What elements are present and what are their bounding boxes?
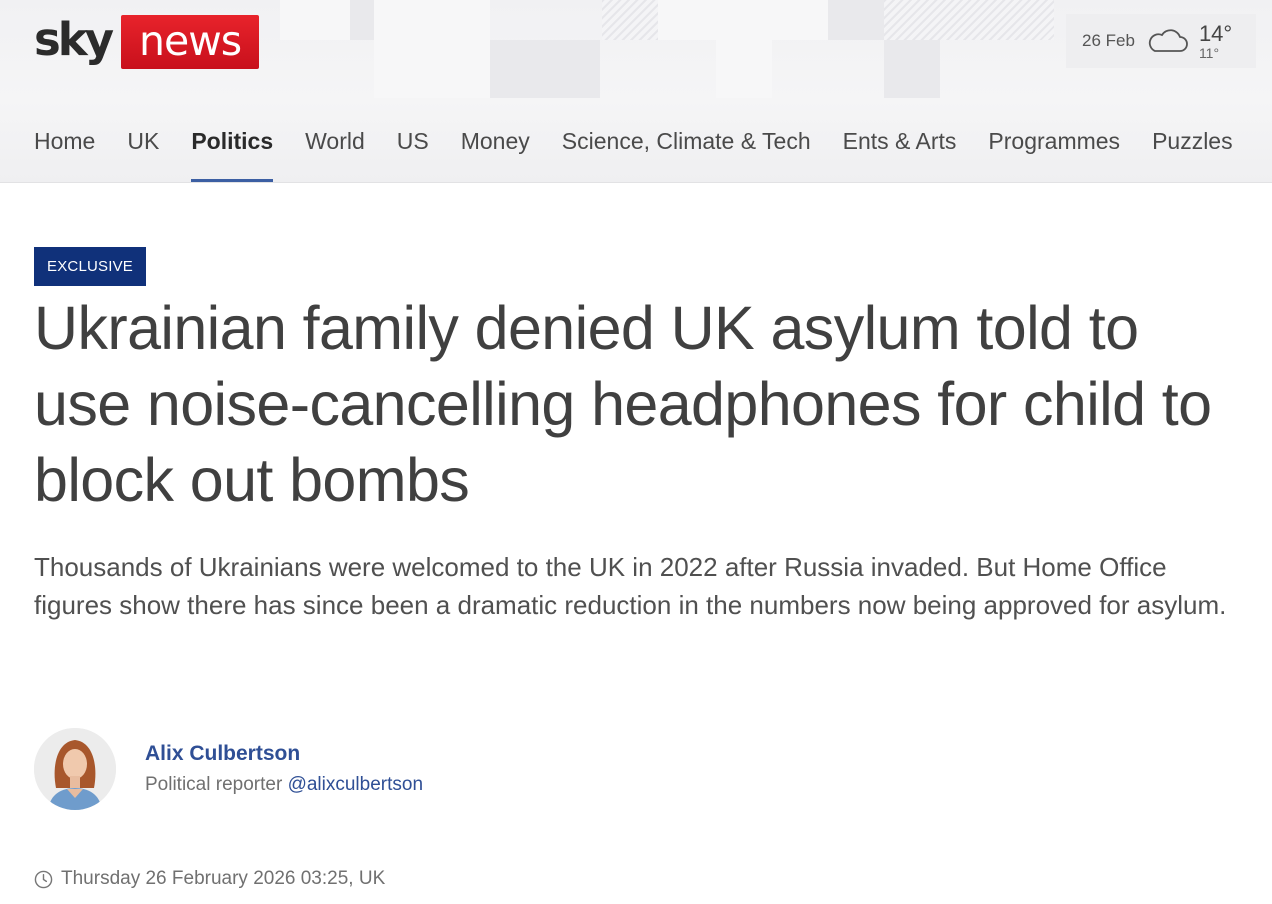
nav-item-world[interactable]: World (305, 124, 365, 182)
weather-date: 26 Feb (1082, 31, 1135, 50)
temperature-low: 11° (1198, 44, 1220, 61)
header-pattern-tile (884, 0, 1054, 40)
nav-item-ents-arts[interactable]: Ents & Arts (843, 124, 957, 182)
publish-timestamp: Thursday 26 February 2026 03:25, UK (34, 868, 385, 890)
cloud-icon (1148, 29, 1188, 52)
author-avatar[interactable] (34, 728, 116, 810)
author-twitter-handle[interactable]: @alixculbertson (288, 774, 423, 795)
header-pattern-tile (716, 40, 772, 98)
nav-item-science-climate-tech[interactable]: Science, Climate & Tech (562, 124, 811, 182)
exclusive-badge: EXCLUSIVE (34, 247, 146, 286)
header-pattern-tile (658, 0, 828, 40)
sky-news-logo[interactable]: sky news (34, 12, 260, 70)
main-navigation: Home UK Politics World US Money Science,… (34, 124, 1233, 182)
header-pattern-tile (490, 40, 600, 98)
article-standfirst: Thousands of Ukrainians were welcomed to… (34, 552, 1227, 620)
author-portrait-image (34, 728, 116, 810)
header-pattern-tile (280, 0, 350, 40)
logo-sky-wordmark: sky (34, 12, 114, 66)
header-pattern-tile (374, 0, 490, 98)
nav-item-politics[interactable]: Politics (191, 124, 273, 182)
clock-icon (34, 870, 53, 888)
nav-item-puzzles[interactable]: Puzzles (1152, 124, 1233, 182)
author-byline: Alix Culbertson Political reporter @alix… (34, 728, 423, 810)
author-meta: Political reporter @alixculbertson (145, 774, 423, 796)
header-pattern-tile (828, 0, 884, 40)
nav-item-uk[interactable]: UK (127, 124, 159, 182)
temperature-high: 14° (1198, 20, 1233, 46)
logo-news-wordmark: news (121, 15, 260, 69)
author-info: Alix Culbertson Political reporter @alix… (145, 742, 423, 796)
author-role: Political reporter (145, 774, 288, 795)
author-name-link[interactable]: Alix Culbertson (145, 742, 423, 766)
nav-item-programmes[interactable]: Programmes (988, 124, 1120, 182)
article-headline: Ukrainian family denied UK asylum told t… (34, 294, 1212, 514)
header-pattern-tile (602, 0, 658, 40)
weather-widget[interactable]: 26 Feb 14° 11° (1066, 14, 1256, 68)
timestamp-text: Thursday 26 February 2026 03:25, UK (61, 868, 386, 889)
nav-item-money[interactable]: Money (461, 124, 530, 182)
nav-item-us[interactable]: US (397, 124, 429, 182)
weather-temperatures: 14° 11° (1198, 20, 1233, 61)
header-pattern-tile (350, 0, 374, 40)
site-header: sky news 26 Feb 14° 11° Home UK Politics… (0, 0, 1272, 183)
nav-item-home[interactable]: Home (34, 124, 95, 182)
header-pattern-tile (884, 40, 940, 98)
